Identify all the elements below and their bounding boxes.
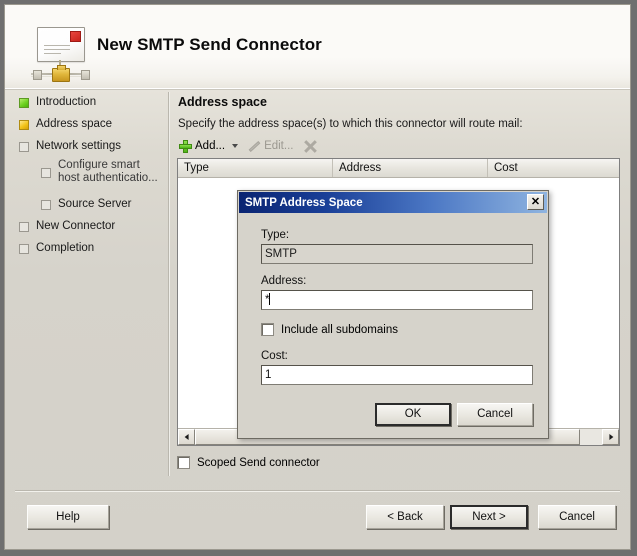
edit-button[interactable]: Edit... bbox=[244, 136, 296, 156]
dialog-title: SMTP Address Space bbox=[245, 196, 363, 209]
next-button[interactable]: Next > bbox=[450, 505, 528, 529]
delete-x-icon[interactable] bbox=[303, 139, 317, 153]
wizard-header: New SMTP Send Connector bbox=[5, 5, 630, 90]
sidebar-item-label: Source Server bbox=[58, 198, 132, 210]
scrollbar-track[interactable] bbox=[580, 429, 602, 445]
plus-icon bbox=[179, 139, 192, 153]
pane-description: Specify the address space(s) to which th… bbox=[178, 118, 523, 130]
column-header-cost[interactable]: Cost bbox=[488, 159, 619, 177]
sidebar-item-label: Introduction bbox=[36, 96, 97, 108]
step-status-icon-pending bbox=[19, 222, 29, 232]
chevron-down-icon[interactable] bbox=[232, 144, 239, 148]
include-all-subdomains-label: Include all subdomains bbox=[281, 323, 398, 336]
step-status-icon-done bbox=[19, 98, 29, 108]
dialog-body: Type: SMTP Address: * Include all subdom… bbox=[239, 213, 547, 437]
pencil-icon bbox=[247, 140, 260, 153]
wizard-window: New SMTP Send Connector Introduction Add… bbox=[4, 4, 631, 550]
address-space-toolbar: Add... Edit... bbox=[176, 136, 317, 156]
listview-header: Type Address Cost bbox=[178, 159, 619, 178]
type-field: SMTP bbox=[261, 244, 533, 264]
help-button[interactable]: Help bbox=[27, 505, 109, 529]
sidebar-item-label: Completion bbox=[36, 242, 95, 254]
smtp-address-space-dialog: SMTP Address Space ✕ Type: SMTP Address:… bbox=[237, 190, 549, 439]
dialog-cancel-button[interactable]: Cancel bbox=[457, 403, 533, 426]
sidebar-item-source-server[interactable]: Source Server bbox=[41, 198, 132, 211]
cost-input[interactable]: 1 bbox=[261, 365, 533, 385]
dialog-titlebar[interactable]: SMTP Address Space ✕ bbox=[239, 192, 547, 213]
checkbox-box[interactable] bbox=[261, 323, 274, 336]
sidebar-item-configure-smart-host-authentication[interactable]: Configure smart host authenticatio... bbox=[41, 159, 162, 185]
edit-button-label: Edit... bbox=[264, 140, 294, 152]
sidebar-item-address-space[interactable]: Address space bbox=[19, 118, 112, 131]
page-title: New SMTP Send Connector bbox=[97, 35, 322, 54]
back-button[interactable]: < Back bbox=[366, 505, 444, 529]
sidebar-item-label: New Connector bbox=[36, 220, 116, 232]
cancel-button[interactable]: Cancel bbox=[538, 505, 616, 529]
smtp-connector-icon bbox=[29, 25, 93, 82]
column-header-address[interactable]: Address bbox=[333, 159, 488, 177]
sidebar-item-label: Configure smart host authenticatio... bbox=[58, 159, 158, 184]
wizard-steps-sidebar: Introduction Address space Network setti… bbox=[5, 90, 168, 549]
step-status-icon-pending bbox=[41, 200, 51, 210]
checkbox-box[interactable] bbox=[177, 456, 190, 469]
scroll-left-arrow-icon[interactable] bbox=[178, 429, 195, 445]
sidebar-item-label: Network settings bbox=[36, 140, 122, 152]
scoped-send-connector-label: Scoped Send connector bbox=[197, 456, 320, 469]
type-label: Type: bbox=[261, 229, 290, 241]
text-caret bbox=[269, 293, 271, 305]
step-status-icon-current bbox=[19, 120, 29, 130]
sidebar-item-network-settings[interactable]: Network settings bbox=[19, 140, 121, 153]
sidebar-item-label: Address space bbox=[36, 118, 113, 130]
pane-title: Address space bbox=[178, 95, 267, 109]
step-status-icon-pending bbox=[41, 168, 51, 178]
add-button-label: Add... bbox=[195, 140, 226, 152]
step-status-icon-pending bbox=[19, 142, 29, 152]
scoped-send-connector-checkbox[interactable]: Scoped Send connector bbox=[177, 456, 320, 469]
dialog-ok-button[interactable]: OK bbox=[375, 403, 451, 426]
scroll-right-arrow-icon[interactable] bbox=[602, 429, 619, 445]
sidebar-item-new-connector[interactable]: New Connector bbox=[19, 220, 115, 233]
cost-label: Cost: bbox=[261, 350, 288, 362]
close-x-icon[interactable]: ✕ bbox=[527, 194, 544, 210]
sidebar-item-completion[interactable]: Completion bbox=[19, 242, 94, 255]
column-header-type[interactable]: Type bbox=[178, 159, 333, 177]
sidebar-item-introduction[interactable]: Introduction bbox=[19, 96, 96, 109]
footer-divider bbox=[15, 490, 620, 492]
include-all-subdomains-checkbox[interactable]: Include all subdomains bbox=[261, 323, 398, 336]
step-status-icon-pending bbox=[19, 244, 29, 254]
address-label: Address: bbox=[261, 275, 307, 287]
add-button[interactable]: Add... bbox=[176, 136, 228, 156]
address-input[interactable]: * bbox=[261, 290, 533, 310]
